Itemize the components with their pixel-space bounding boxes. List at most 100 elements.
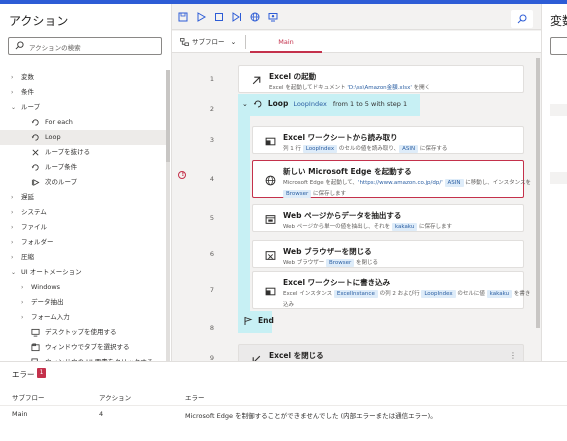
actions-tree: › 変数 › 条件 ⌄ ループ For each Loop ループを抜ける ループ条件 次のループ ›… bbox=[0, 70, 166, 370]
action-card[interactable]: Web ブラウザーを閉じる Web ブラウザー Browser を閉じる bbox=[252, 240, 524, 268]
tree-item[interactable]: ループ条件 bbox=[0, 160, 166, 175]
run-next-action-icon[interactable] bbox=[232, 12, 242, 22]
variable-token[interactable]: LoopIndex bbox=[421, 290, 456, 298]
error-panel: エラー 1 サブフロー アクション エラー Main 4 Microsoft E… bbox=[0, 361, 567, 441]
subflows-dropdown[interactable]: サブフロー ⌄ bbox=[180, 36, 236, 46]
desktop-icon bbox=[31, 328, 40, 337]
tree-item-label: For each bbox=[45, 118, 73, 126]
tree-item[interactable]: › Windows bbox=[0, 280, 166, 295]
column-header-action[interactable]: アクション bbox=[99, 392, 131, 402]
tree-item[interactable]: › フォーム入力 bbox=[0, 310, 166, 325]
action-card[interactable]: Excel ワークシートから読み取り列 1 行 LoopIndex のセルの値を… bbox=[252, 126, 524, 154]
action-title: Web ページからデータを抽出する bbox=[283, 211, 402, 220]
variable-token[interactable]: kakaku bbox=[486, 290, 513, 298]
stop-icon[interactable] bbox=[214, 12, 224, 22]
chevron-right-icon: › bbox=[21, 314, 24, 321]
search-icon bbox=[15, 41, 24, 50]
tree-item[interactable]: › システム bbox=[0, 205, 166, 220]
loop-icon bbox=[31, 134, 39, 141]
action-card[interactable]: Web ページからデータを抽出する Web ページから単一の値を抽出し、それを k… bbox=[252, 204, 524, 232]
error-count-badge: 1 bbox=[37, 368, 46, 378]
action-card[interactable]: Excel の起動 Excel を起動してドキュメント 'D:\ss\Amazon… bbox=[238, 65, 524, 93]
chevron-down-icon: ⌄ bbox=[11, 269, 17, 276]
tree-item-label: 変数 bbox=[21, 73, 34, 81]
tree-item[interactable]: 次のループ bbox=[0, 175, 166, 190]
more-options-icon[interactable]: ⋮ bbox=[509, 351, 517, 360]
subflow-icon bbox=[180, 38, 189, 46]
error-panel-title: エラー bbox=[12, 370, 35, 379]
tree-item[interactable]: Loop bbox=[0, 130, 166, 145]
tree-item-label: ループを抜ける bbox=[45, 148, 91, 156]
run-icon[interactable] bbox=[196, 12, 206, 22]
actions-pane: アクション アクションの検索 › 変数 › 条件 ⌄ ループ For each Loop ループ… bbox=[0, 4, 172, 367]
action-card[interactable]: Excel を閉じるExcel ドキュメントを保存して Excel インスタンス… bbox=[238, 344, 524, 361]
subflow-bar: サブフロー ⌄ Main bbox=[172, 31, 541, 53]
divider bbox=[245, 35, 246, 49]
variable-token[interactable]: ExcelInstance bbox=[333, 290, 378, 298]
variable-token[interactable]: ASIN bbox=[399, 145, 419, 153]
variables-section-header[interactable] bbox=[550, 104, 567, 116]
variable-token[interactable]: ASIN bbox=[444, 179, 464, 187]
line-number: 3 bbox=[209, 136, 215, 144]
excel-write-icon bbox=[265, 287, 276, 296]
line-number: 4 bbox=[209, 175, 215, 183]
window-tab-icon bbox=[31, 343, 40, 352]
variable-token[interactable]: kakaku bbox=[391, 223, 418, 231]
tree-item[interactable]: › フォルダー bbox=[0, 235, 166, 250]
column-header-error[interactable]: エラー bbox=[185, 392, 205, 402]
tree-item-label: Windows bbox=[31, 283, 61, 291]
save-icon[interactable] bbox=[178, 12, 188, 22]
tree-item[interactable]: ⌄ UI オートメーション bbox=[0, 265, 166, 280]
tree-item[interactable]: ウィンドウでタブを選択する bbox=[0, 340, 166, 355]
tree-item[interactable]: ループを抜ける bbox=[0, 145, 166, 160]
tree-item-label: フォルダー bbox=[21, 238, 54, 246]
tree-item[interactable]: › 遅延 bbox=[0, 190, 166, 205]
variables-section-header[interactable] bbox=[550, 172, 567, 184]
action-description: Web ブラウザー Browser を閉じる bbox=[283, 259, 379, 267]
subflows-label: サブフロー bbox=[192, 38, 225, 46]
error-row-subflow[interactable]: Main bbox=[12, 410, 28, 418]
line-number: 5 bbox=[209, 214, 215, 222]
next-loop-icon bbox=[31, 179, 40, 186]
variable-token[interactable]: LoopIndex bbox=[302, 145, 338, 153]
variables-search-input[interactable] bbox=[550, 37, 567, 55]
desktop-recorder-icon[interactable] bbox=[268, 12, 278, 22]
variable-token[interactable]: Browser bbox=[326, 259, 355, 267]
tree-item[interactable]: › データ抽出 bbox=[0, 295, 166, 310]
chevron-right-icon: › bbox=[11, 209, 14, 216]
tree-item[interactable]: › 変数 bbox=[0, 70, 166, 85]
tree-item[interactable]: › ファイル bbox=[0, 220, 166, 235]
tree-item[interactable]: › 圧縮 bbox=[0, 250, 166, 265]
search-icon bbox=[517, 14, 527, 24]
tab-main[interactable]: Main bbox=[250, 31, 322, 53]
extract-data-icon bbox=[265, 215, 276, 224]
action-card[interactable]: Excel ワークシートに書き込み Excel インスタンス ExcelInsta… bbox=[252, 271, 530, 309]
action-title: Web ブラウザーを閉じる bbox=[283, 247, 372, 256]
error-indicator-icon[interactable] bbox=[178, 171, 186, 179]
scrollbar-thumb[interactable] bbox=[536, 58, 540, 328]
line-number: 9 bbox=[209, 354, 215, 361]
action-card[interactable]: 新しい Microsoft Edge を起動する Microsoft Edge を… bbox=[252, 160, 531, 198]
chevron-down-icon[interactable]: ⌄ bbox=[242, 100, 248, 108]
error-row-action[interactable]: 4 bbox=[99, 410, 103, 418]
action-search-input[interactable]: アクションの検索 bbox=[8, 37, 162, 55]
line-number: 1 bbox=[209, 75, 215, 83]
designer-search-button[interactable] bbox=[511, 10, 533, 28]
tree-item[interactable]: › 条件 bbox=[0, 85, 166, 100]
error-row-message[interactable]: Microsoft Edge を制御することができませんでした (内部エラーまた… bbox=[185, 410, 437, 420]
column-header-subflow[interactable]: サブフロー bbox=[12, 392, 45, 402]
chevron-right-icon: › bbox=[21, 284, 24, 291]
tree-item[interactable]: For each bbox=[0, 115, 166, 130]
tree-item[interactable]: デスクトップを使用する bbox=[0, 325, 166, 340]
loop-rail bbox=[238, 116, 250, 312]
loop-title: Loop bbox=[267, 99, 289, 108]
chevron-down-icon: ⌄ bbox=[11, 104, 17, 111]
actions-scrollbar[interactable] bbox=[166, 70, 170, 362]
chevron-right-icon: › bbox=[11, 254, 14, 261]
tree-item[interactable]: ⌄ ループ bbox=[0, 100, 166, 115]
loop-icon bbox=[253, 100, 262, 108]
variable-token[interactable]: Browser bbox=[283, 190, 312, 198]
web-recorder-icon[interactable] bbox=[250, 12, 260, 22]
tree-item-label: フォーム入力 bbox=[31, 313, 70, 321]
scrollbar-thumb[interactable] bbox=[166, 70, 170, 162]
